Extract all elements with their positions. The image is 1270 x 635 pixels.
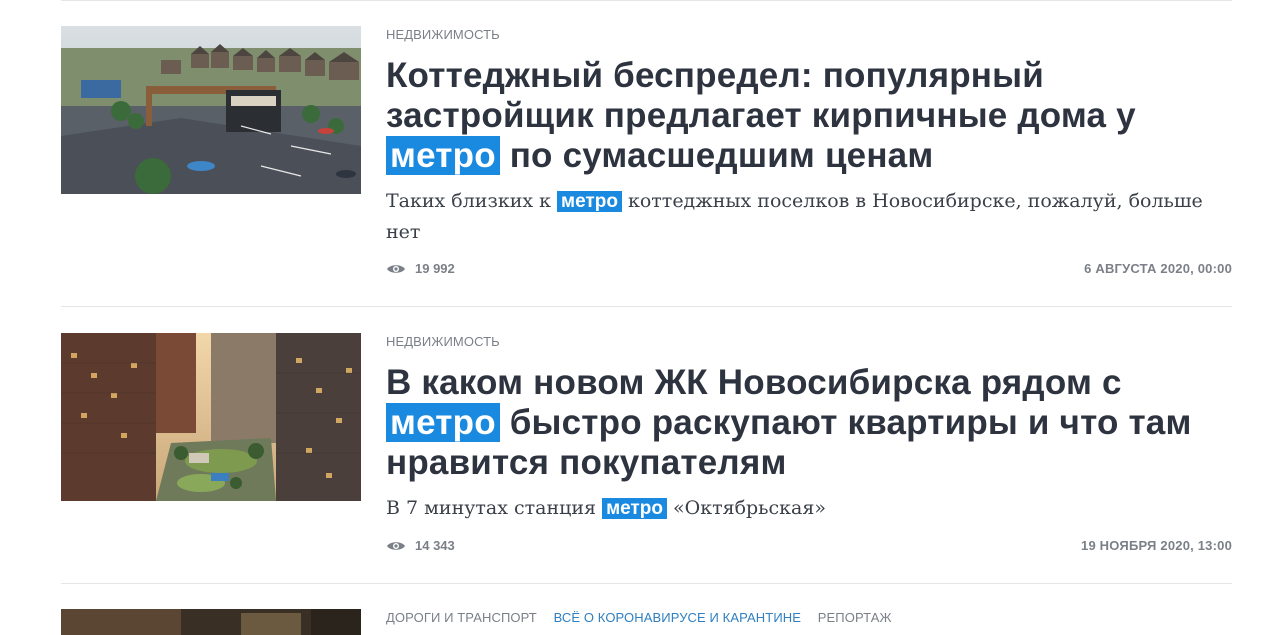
eye-icon [387, 541, 405, 550]
eye-icon [387, 264, 405, 273]
article-content: Недвижимость В каком новом ЖК Новосибирс… [386, 333, 1232, 524]
search-highlight: метро [602, 498, 667, 519]
article-lead: В 7 минутах станция метро «Октябрьская» [386, 497, 826, 519]
article-lead: Таких близких к метро коттеджных поселко… [386, 190, 1203, 243]
rubric-link[interactable]: Недвижимость [386, 27, 500, 42]
article-thumbnail[interactable] [61, 609, 361, 635]
views-count: 14 343 [415, 538, 455, 553]
article-thumbnail[interactable] [61, 333, 361, 501]
search-highlight: метро [386, 136, 500, 175]
article-title[interactable]: Коттеджный беспредел: популярный застрой… [386, 56, 1232, 176]
cottage-village-image [61, 26, 361, 194]
residential-complex-image [61, 333, 361, 501]
publish-date: 6 августа 2020, 00:00 [1084, 261, 1232, 276]
divider [61, 306, 1232, 307]
rubric-list: Дороги и транспорт Всё о коронавирусе и … [386, 609, 1232, 627]
rubric-list: Недвижимость [386, 333, 1232, 351]
publish-date: 19 ноября 2020, 13:00 [1081, 538, 1232, 553]
article-title[interactable]: В каком новом ЖК Новосибирска рядом с ме… [386, 363, 1232, 483]
rubric-list: Недвижимость [386, 26, 1232, 44]
rubric-link[interactable]: Дороги и транспорт [386, 610, 537, 625]
views-count: 19 992 [415, 261, 455, 276]
rubric-link[interactable]: Всё о коронавирусе и карантине [554, 610, 801, 625]
article-meta: 14 343 19 ноября 2020, 13:00 [386, 538, 1232, 558]
article-content: Дороги и транспорт Всё о коронавирусе и … [386, 609, 1232, 627]
search-highlight: метро [557, 191, 622, 212]
rubric-link[interactable]: Недвижимость [386, 334, 500, 349]
divider [61, 583, 1232, 584]
views-counter: 19 992 [386, 261, 455, 276]
rubric-link[interactable]: Репортаж [818, 610, 892, 625]
article-meta: 19 992 6 августа 2020, 00:00 [386, 261, 1232, 281]
divider [61, 0, 1232, 1]
article-card: Дороги и транспорт Всё о коронавирусе и … [61, 609, 1232, 635]
article-card: Недвижимость В каком новом ЖК Новосибирс… [61, 333, 1232, 583]
article-content: Недвижимость Коттеджный беспредел: попул… [386, 26, 1232, 247]
views-counter: 14 343 [386, 538, 455, 553]
article-thumbnail[interactable] [61, 26, 361, 194]
article-card: Недвижимость Коттеджный беспредел: попул… [61, 26, 1232, 306]
road-image [61, 609, 361, 635]
search-highlight: метро [386, 403, 500, 442]
news-feed: Недвижимость Коттеджный беспредел: попул… [0, 0, 1270, 635]
